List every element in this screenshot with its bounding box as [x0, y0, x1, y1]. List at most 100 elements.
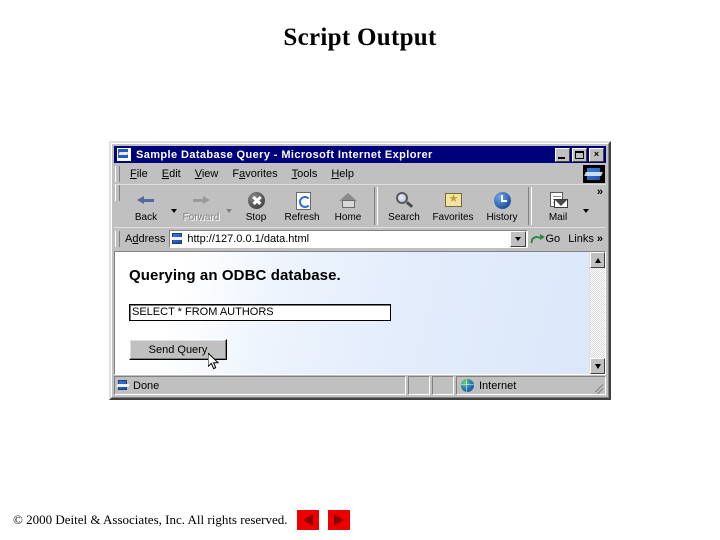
- toolbar-button-history[interactable]: History: [479, 185, 525, 227]
- chevron-down-icon: [514, 237, 521, 241]
- chevron-down-icon: [170, 209, 177, 213]
- address-dropdown-button[interactable]: [509, 231, 526, 247]
- toolbar-button-refresh[interactable]: Refresh: [279, 185, 325, 227]
- mail-dropdown-button[interactable]: [581, 209, 590, 227]
- toolbar-label-favorites: Favorites: [432, 211, 474, 223]
- toolbar-grip[interactable]: [115, 185, 120, 201]
- toolbar-separator: [528, 187, 532, 225]
- toolbar-button-search[interactable]: Search: [381, 185, 427, 227]
- menu-item-view[interactable]: View: [188, 166, 226, 182]
- toolbar-button-home[interactable]: Home: [325, 185, 371, 227]
- titlebar: Sample Database Query - Microsoft Intern…: [114, 146, 606, 163]
- close-icon: ×: [593, 149, 600, 159]
- address-url-text: http://127.0.0.1/data.html: [187, 233, 310, 245]
- resize-grip[interactable]: [591, 377, 605, 394]
- close-button[interactable]: ×: [589, 147, 604, 162]
- status-message-panel: Done: [114, 376, 406, 395]
- triangle-down-icon: [594, 363, 601, 369]
- menubar: File Edit View Favorites Tools Help: [114, 164, 606, 184]
- forward-dropdown-button[interactable]: [224, 209, 233, 227]
- ie-document-icon: [117, 379, 129, 392]
- links-label: Links: [568, 233, 594, 245]
- links-button[interactable]: Links »: [565, 233, 606, 245]
- menu-item-help[interactable]: Help: [324, 166, 361, 182]
- minimize-icon: [558, 156, 565, 159]
- scroll-up-button[interactable]: [590, 252, 605, 268]
- toolbar-label-stop: Stop: [245, 211, 267, 223]
- page-title: Script Output: [283, 24, 437, 51]
- toolbar-button-stop[interactable]: Stop: [233, 185, 279, 227]
- back-dropdown-button[interactable]: [169, 209, 178, 227]
- toolbar-label-mail: Mail: [548, 211, 568, 223]
- status-panel-2: [408, 376, 430, 395]
- toolbar-separator: [374, 187, 378, 225]
- chevron-down-icon: [582, 209, 589, 213]
- previous-slide-button[interactable]: [296, 510, 319, 530]
- favorites-icon: [442, 190, 464, 211]
- maximize-button[interactable]: [572, 147, 587, 162]
- ie-document-icon: [116, 147, 132, 162]
- window-title: Sample Database Query - Microsoft Intern…: [136, 148, 433, 161]
- refresh-icon: [291, 190, 313, 211]
- triangle-right-icon: [333, 514, 344, 526]
- next-slide-button[interactable]: [327, 510, 350, 530]
- toolbar-button-forward[interactable]: Forward: [178, 185, 224, 227]
- menu-item-favorites[interactable]: Favorites: [225, 166, 284, 182]
- home-icon: [337, 190, 359, 211]
- address-bar: Address http://127.0.0.1/data.html Go Li…: [114, 227, 606, 250]
- address-label: Address: [125, 233, 166, 245]
- links-overflow-icon: »: [596, 233, 603, 245]
- address-input[interactable]: http://127.0.0.1/data.html: [169, 230, 528, 248]
- toolbar-label-back: Back: [134, 211, 158, 223]
- search-icon: [393, 190, 415, 211]
- back-arrow-icon: [135, 190, 157, 211]
- history-icon: [491, 190, 513, 211]
- toolbar: Back Forward Stop Refresh Home Search ★ …: [114, 184, 606, 227]
- page-viewport: Querying an ODBC database. SELECT * FROM…: [114, 251, 606, 375]
- toolbar-button-mail[interactable]: Mail: [535, 185, 581, 227]
- browser-window: Sample Database Query - Microsoft Intern…: [109, 141, 611, 400]
- go-arrow-icon: [531, 233, 545, 245]
- ie-document-icon: [171, 232, 185, 246]
- content-heading: Querying an ODBC database.: [129, 267, 341, 284]
- minimize-button[interactable]: [555, 147, 570, 162]
- browser-window-inner: Sample Database Query - Microsoft Intern…: [111, 143, 609, 398]
- status-text: Done: [133, 379, 160, 392]
- toolbar-overflow-button[interactable]: »: [597, 187, 603, 198]
- menubar-grip[interactable]: [115, 166, 120, 182]
- scroll-down-button[interactable]: [590, 358, 605, 374]
- scrollbar-track[interactable]: [590, 268, 605, 358]
- slide-footer: © 2000 Deitel & Associates, Inc. All rig…: [13, 510, 350, 530]
- toolbar-label-history: History: [486, 211, 518, 223]
- menu-item-tools[interactable]: Tools: [285, 166, 325, 182]
- toolbar-label-refresh: Refresh: [284, 211, 320, 223]
- maximize-icon: [575, 150, 584, 159]
- stop-icon: [245, 190, 267, 211]
- go-button[interactable]: Go: [528, 233, 566, 245]
- address-bar-grip[interactable]: [115, 231, 120, 247]
- toolbar-button-favorites[interactable]: Favorites: [427, 185, 479, 227]
- forward-arrow-icon: [190, 190, 212, 211]
- toolbar-label-home: Home: [334, 211, 362, 223]
- status-bar: Done Internet: [114, 376, 606, 395]
- toolbar-button-back[interactable]: Back: [123, 185, 169, 227]
- mouse-pointer-icon: [208, 353, 220, 370]
- security-zone-text: Internet: [479, 379, 517, 392]
- menu-item-edit[interactable]: Edit: [155, 166, 188, 182]
- copyright-text: © 2000 Deitel & Associates, Inc. All rig…: [13, 512, 288, 527]
- globe-icon: [461, 379, 474, 392]
- go-label: Go: [545, 233, 561, 245]
- internet-explorer-logo: [583, 165, 605, 183]
- triangle-left-icon: [302, 514, 313, 526]
- toolbar-label-forward: Forward: [182, 211, 220, 223]
- mail-icon: [547, 190, 569, 211]
- query-input[interactable]: SELECT * FROM AUTHORS: [129, 304, 391, 321]
- triangle-up-icon: [594, 257, 601, 263]
- toolbar-label-search: Search: [388, 211, 420, 223]
- menu-item-file[interactable]: File: [123, 166, 155, 182]
- window-controls: ×: [555, 147, 604, 162]
- status-panel-3: [432, 376, 454, 395]
- page-content: Querying an ODBC database. SELECT * FROM…: [115, 252, 589, 374]
- vertical-scrollbar[interactable]: [589, 252, 605, 374]
- security-zone-panel: Internet: [456, 376, 606, 395]
